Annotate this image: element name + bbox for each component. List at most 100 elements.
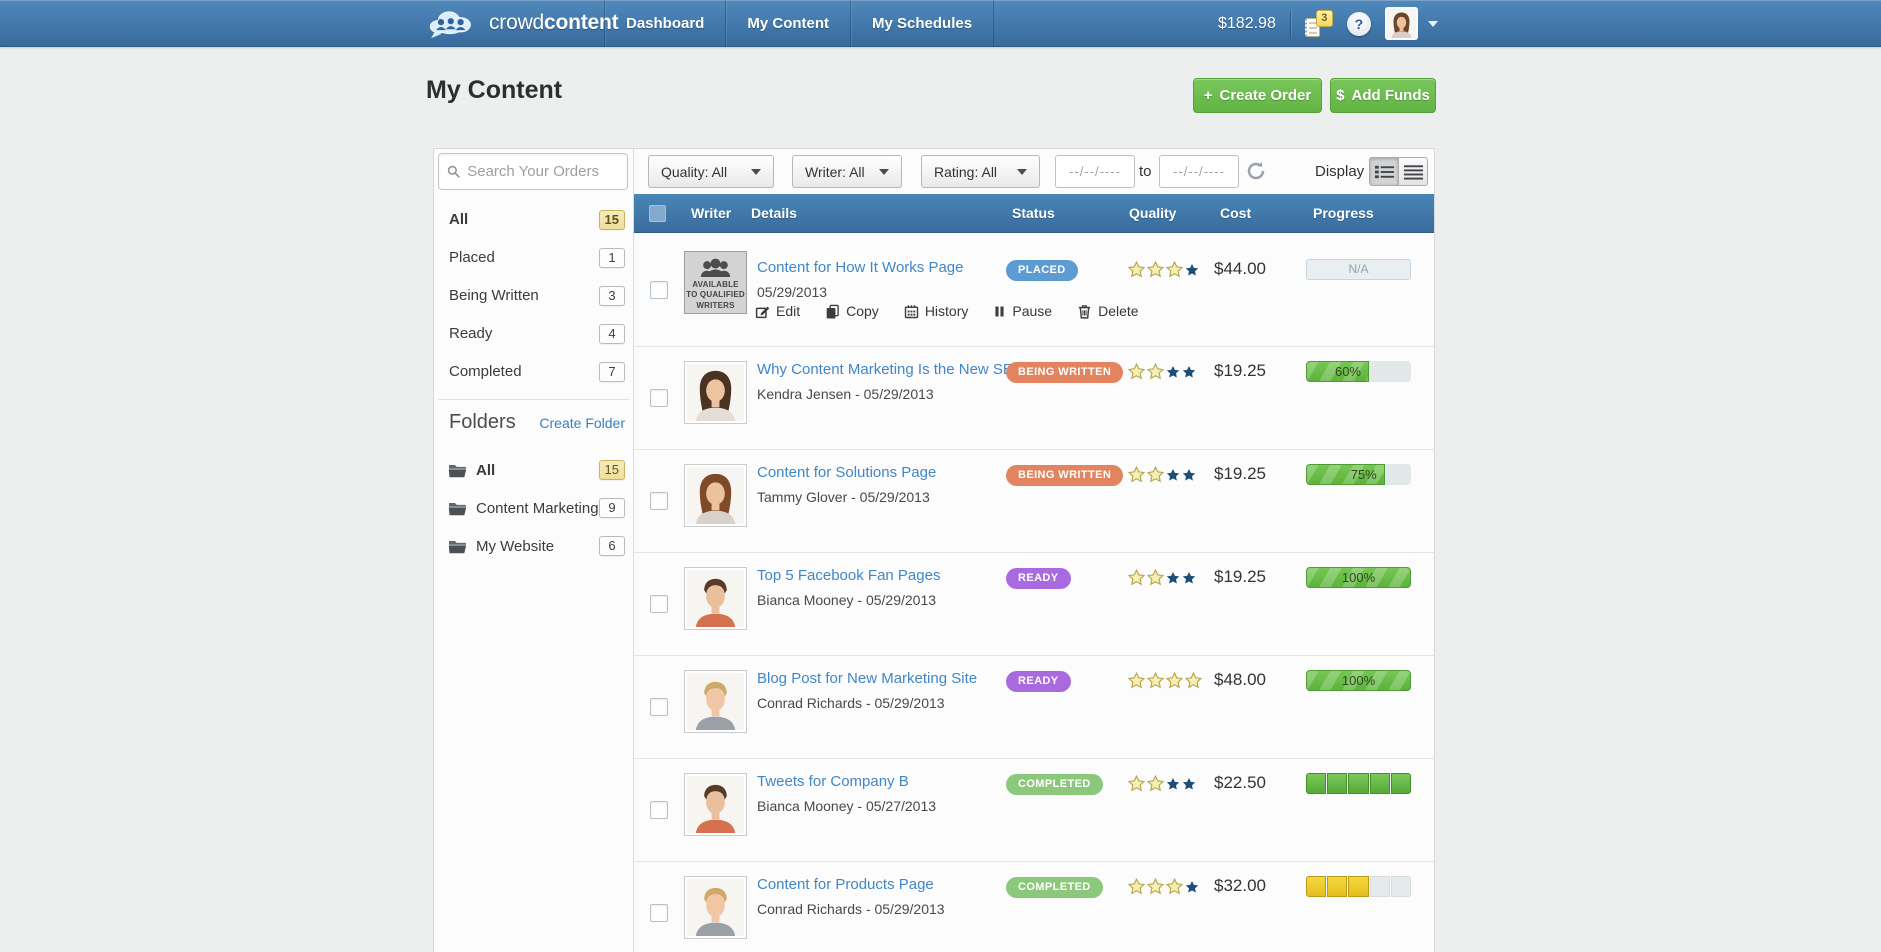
search-input[interactable] — [467, 163, 619, 180]
folder-item-all[interactable]: All15 — [434, 451, 633, 489]
order-title-link[interactable]: Why Content Marketing Is the New SEO — [757, 361, 1025, 378]
folders-header: Folders Create Folder — [449, 411, 625, 439]
row-checkbox[interactable] — [650, 389, 668, 407]
display-compact-button[interactable] — [1398, 157, 1428, 186]
pause-action-button[interactable]: Pause — [993, 303, 1052, 319]
order-title-link[interactable]: Top 5 Facebook Fan Pages — [757, 567, 940, 584]
order-row: Blog Post for New Marketing Site Conrad … — [634, 656, 1434, 759]
star-yellow-icon — [1147, 466, 1164, 483]
order-progress — [1306, 773, 1411, 794]
progress-segments — [1306, 773, 1411, 794]
crowdcontent-cloud-icon — [424, 5, 482, 41]
order-actions: Edit Copy History Pause Delete — [755, 303, 1139, 319]
order-title-link[interactable]: Tweets for Company B — [757, 773, 909, 790]
row-checkbox[interactable] — [650, 595, 668, 613]
status-badge: BEING WRITTEN — [1006, 465, 1123, 486]
status-filter-ready[interactable]: Ready4 — [434, 315, 633, 353]
display-detailed-button[interactable] — [1369, 157, 1399, 186]
notifications-icon[interactable]: 3 — [1305, 10, 1333, 38]
folder-item-my-website[interactable]: My Website6 — [434, 527, 633, 565]
status-badge: COMPLETED — [1006, 774, 1103, 795]
progress-segment — [1370, 876, 1390, 897]
nav-item-my-content[interactable]: My Content — [725, 0, 850, 47]
quality-stars — [1128, 569, 1196, 586]
table-header: Writer Details Status Quality Cost Progr… — [634, 194, 1434, 233]
select-all-checkbox[interactable] — [649, 205, 666, 222]
progress-segments — [1306, 876, 1411, 897]
date-to-input[interactable] — [1159, 155, 1239, 188]
progress-segment — [1327, 773, 1347, 794]
progress-segment — [1306, 876, 1326, 897]
writer-filter-dropdown[interactable]: Writer: All — [792, 155, 902, 188]
main-nav: Dashboard My Content My Schedules — [604, 0, 994, 47]
detailed-list-icon — [1374, 164, 1395, 180]
help-icon[interactable]: ? — [1347, 12, 1371, 36]
order-title-link[interactable]: Content for Products Page — [757, 876, 934, 893]
order-title-link[interactable]: Content for How It Works Page — [757, 259, 963, 276]
star-yellow-icon — [1128, 261, 1145, 278]
status-filter-being-written[interactable]: Being Written3 — [434, 277, 633, 315]
order-title-link[interactable]: Blog Post for New Marketing Site — [757, 670, 977, 687]
woman-long-avatar — [687, 467, 744, 524]
order-byline: 05/29/2013 — [757, 284, 827, 300]
column-header-details: Details — [751, 205, 797, 221]
pause-icon — [993, 304, 1006, 319]
star-yellow-icon — [1147, 569, 1164, 586]
row-checkbox[interactable] — [650, 492, 668, 510]
navbar-divider — [1290, 10, 1291, 38]
folder-icon — [448, 463, 467, 478]
progress-segment — [1370, 773, 1390, 794]
status-badge: COMPLETED — [1006, 877, 1103, 898]
copy-action-button[interactable]: Copy — [825, 303, 879, 319]
folders-heading: Folders — [449, 411, 516, 433]
date-from-input[interactable] — [1055, 155, 1135, 188]
edit-action-button[interactable]: Edit — [755, 303, 800, 319]
plus-icon: + — [1204, 87, 1213, 104]
status-filter-completed[interactable]: Completed7 — [434, 353, 633, 391]
add-funds-button[interactable]: $ Add Funds — [1330, 78, 1436, 113]
user-avatar[interactable] — [1385, 7, 1418, 40]
folder-item-content-marketing[interactable]: Content Marketing9 — [434, 489, 633, 527]
create-folder-link[interactable]: Create Folder — [539, 415, 625, 431]
star-dark-icon — [1166, 468, 1180, 482]
writer-avatar: AVAILABLETO QUALIFIEDWRITERS — [684, 251, 747, 314]
row-checkbox[interactable] — [650, 801, 668, 819]
brand-logo[interactable]: crowdcontent — [424, 5, 618, 41]
delete-action-button[interactable]: Delete — [1077, 303, 1138, 319]
count-badge: 15 — [599, 460, 625, 480]
count-badge: 3 — [599, 286, 625, 306]
quality-filter-dropdown[interactable]: Quality: All — [648, 155, 774, 188]
order-cost: $32.00 — [1195, 876, 1285, 896]
nav-item-dashboard[interactable]: Dashboard — [604, 0, 725, 47]
notifications-count-badge: 3 — [1316, 10, 1333, 27]
status-badge: READY — [1006, 568, 1071, 589]
history-action-button[interactable]: History — [904, 303, 969, 319]
order-cost: $19.25 — [1195, 361, 1285, 381]
rating-filter-dropdown[interactable]: Rating: All — [921, 155, 1040, 188]
order-row: Content for Solutions Page Tammy Glover … — [634, 450, 1434, 553]
row-checkbox[interactable] — [650, 904, 668, 922]
row-checkbox[interactable] — [650, 281, 668, 299]
man-blond-avatar — [687, 879, 744, 936]
status-filter-placed[interactable]: Placed1 — [434, 239, 633, 277]
order-title-link[interactable]: Content for Solutions Page — [757, 464, 936, 481]
star-yellow-icon — [1128, 878, 1145, 895]
order-cost: $48.00 — [1195, 670, 1285, 690]
account-menu-caret-icon[interactable] — [1428, 21, 1438, 27]
chevron-down-icon — [879, 169, 889, 175]
star-yellow-icon — [1147, 672, 1164, 689]
star-dark-icon — [1166, 571, 1180, 585]
order-row: Content for Products Page Conrad Richard… — [634, 862, 1434, 952]
date-range-to-label: to — [1139, 163, 1152, 180]
count-badge: 15 — [599, 210, 625, 230]
star-dark-icon — [1166, 365, 1180, 379]
quality-stars — [1128, 363, 1196, 380]
status-filter-all[interactable]: All15 — [434, 201, 633, 239]
nav-item-my-schedules[interactable]: My Schedules — [850, 0, 994, 47]
create-order-button[interactable]: + Create Order — [1193, 78, 1322, 113]
order-progress — [1306, 876, 1411, 897]
row-checkbox[interactable] — [650, 698, 668, 716]
progress-bar: 75% — [1306, 464, 1411, 485]
refresh-icon[interactable] — [1244, 160, 1268, 184]
progress-segment — [1348, 773, 1368, 794]
